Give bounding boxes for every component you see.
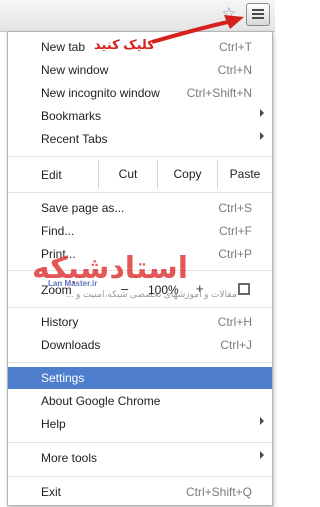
cut-button[interactable]: Cut xyxy=(98,160,157,189)
menu-separator xyxy=(8,156,272,157)
watermark-url: Lan Master.ir xyxy=(48,279,98,288)
menu-item-new-window[interactable]: New window Ctrl+N xyxy=(8,59,272,81)
menu-separator xyxy=(8,362,272,363)
menu-item-settings[interactable]: Settings xyxy=(8,367,272,389)
menu-item-shortcut: Ctrl+Shift+Q xyxy=(185,485,252,499)
menu-item-label: Find... xyxy=(41,224,75,238)
menu-item-label: New tab xyxy=(41,40,86,54)
submenu-arrow-icon xyxy=(260,109,264,117)
menu-separator xyxy=(8,192,272,193)
menu-item-more-tools[interactable]: More tools xyxy=(8,447,272,469)
menu-separator xyxy=(8,307,272,308)
menu-separator xyxy=(8,442,272,443)
menu-item-bookmarks[interactable]: Bookmarks xyxy=(8,105,272,127)
menu-item-shortcut: Ctrl+Shift+N xyxy=(186,86,252,100)
menu-item-label: Help xyxy=(41,417,66,431)
menu-item-exit[interactable]: Exit Ctrl+Shift+Q xyxy=(8,481,272,503)
menu-item-shortcut: Ctrl+S xyxy=(218,201,252,215)
menu-item-label: History xyxy=(41,315,79,329)
menu-item-label: Settings xyxy=(41,371,85,385)
submenu-arrow-icon xyxy=(260,451,264,459)
edit-row: Edit Cut Copy Paste xyxy=(8,160,272,189)
menu-item-recent-tabs[interactable]: Recent Tabs xyxy=(8,128,272,150)
chrome-menu-button[interactable] xyxy=(246,3,270,26)
menu-item-downloads[interactable]: Downloads Ctrl+J xyxy=(8,334,272,356)
menu-item-label: More tools xyxy=(41,451,98,465)
watermark-subtitle: مقالات و آموزشهای تخصصی شبکه،امنیت و ... xyxy=(66,289,237,299)
annotation-text: کلیک کنید xyxy=(94,37,155,52)
menu-item-label: About Google Chrome xyxy=(41,394,161,408)
menu-item-label: Recent Tabs xyxy=(41,132,108,146)
menu-item-new-incognito-window[interactable]: New incognito window Ctrl+Shift+N xyxy=(8,82,272,104)
menu-item-find[interactable]: Find... Ctrl+F xyxy=(8,220,272,242)
submenu-arrow-icon xyxy=(260,132,264,140)
menu-item-shortcut: Ctrl+J xyxy=(220,338,252,352)
menu-item-about-google-chrome[interactable]: About Google Chrome xyxy=(8,390,272,412)
menu-item-help[interactable]: Help xyxy=(8,413,272,435)
menu-item-label: New window xyxy=(41,63,109,77)
menu-item-label: New incognito window xyxy=(41,86,160,100)
menu-item-shortcut: Ctrl+N xyxy=(217,63,252,77)
browser-window: ☆ New tab Ctrl+T New window Ctrl+N New i… xyxy=(0,0,275,507)
menu-item-history[interactable]: History Ctrl+H xyxy=(8,311,272,333)
paste-button[interactable]: Paste xyxy=(217,160,272,189)
submenu-arrow-icon xyxy=(260,417,264,425)
menu-item-save-page-as[interactable]: Save page as... Ctrl+S xyxy=(8,197,272,219)
edit-label: Edit xyxy=(41,168,62,182)
menu-item-shortcut: Ctrl+H xyxy=(217,315,252,329)
menu-item-label: Bookmarks xyxy=(41,109,102,123)
menu-item-label: Downloads xyxy=(41,338,101,352)
menu-item-label: Exit xyxy=(41,485,62,499)
annotation-arrow-icon xyxy=(151,15,244,44)
menu-separator xyxy=(8,476,272,477)
menu-item-shortcut: Ctrl+P xyxy=(218,247,252,261)
fullscreen-icon[interactable] xyxy=(238,283,250,295)
menu-item-label: Save page as... xyxy=(41,201,125,215)
menu-item-shortcut: Ctrl+F xyxy=(219,224,252,238)
copy-button[interactable]: Copy xyxy=(157,160,217,189)
